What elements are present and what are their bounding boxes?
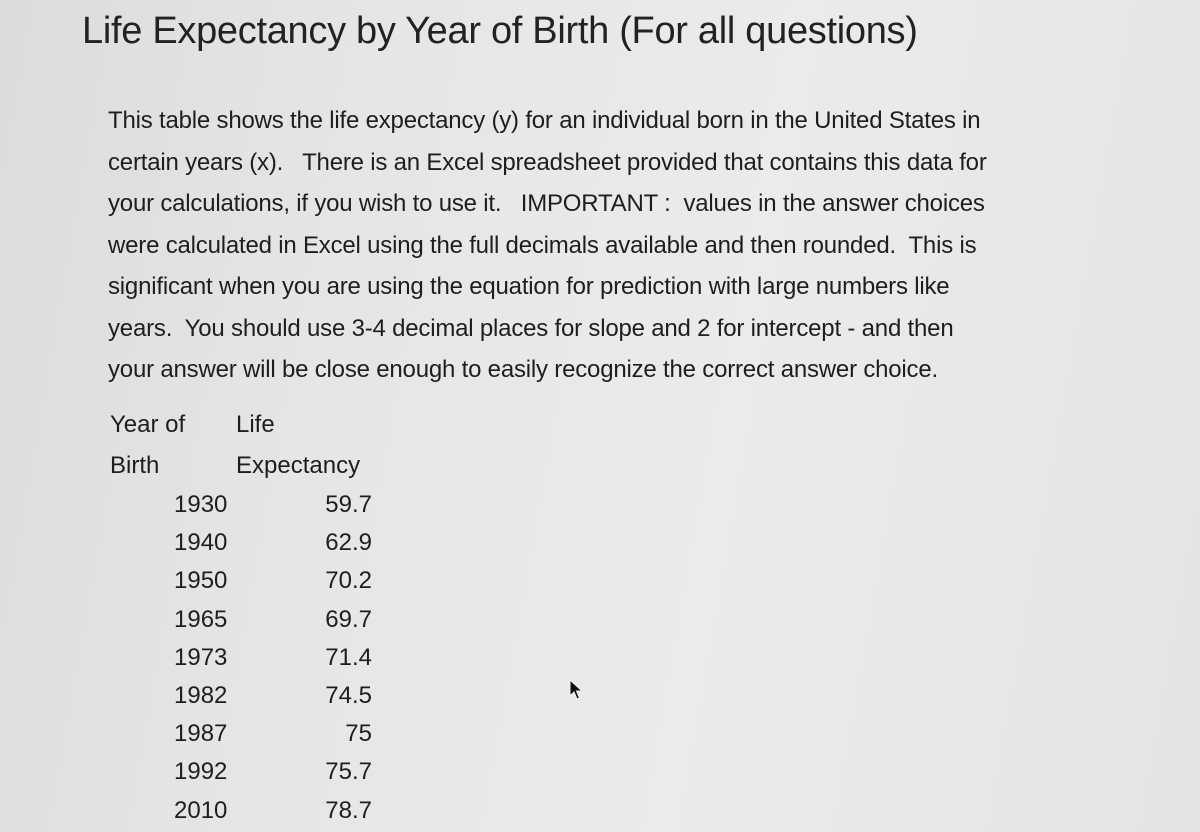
page-title: Life Expectancy by Year of Birth (For al… [82,10,918,52]
cell-year: 1987 [110,715,236,753]
table-row: 1930 59.7 [110,486,372,524]
cell-life-expectancy: 78.7 [325,796,372,824]
cell-year: 2010 [110,792,236,830]
cell-year-value: 1987 [174,720,228,748]
table-row: 1982 74.5 [110,677,372,715]
intro-line: years. You should use 3-4 decimal places… [108,314,954,342]
header-life-expectancy: Life Expectancy [236,404,372,486]
cell-year: 1973 [110,639,236,677]
intro-line: significant when you are using the equat… [108,273,950,300]
table-row: 1973 71.4 [110,639,372,677]
cell-life-expectancy: 74.5 [325,682,372,710]
table-body: 1930 59.7 1940 62.9 1950 70.2 1965 69.7 … [110,486,372,830]
table-header-row: Year of Birth Life Expectancy [110,404,372,486]
table-row: 2010 78.7 [110,792,372,830]
table-row: 1950 70.2 [110,562,372,600]
cell-year: 1950 [110,562,236,600]
header-year-of-birth: Year of Birth [110,404,236,486]
intro-line: your calculations, if you wish to use it… [108,190,985,217]
cell-life-expectancy: 59.7 [325,491,372,518]
mouse-pointer-icon-svg [569,679,584,700]
header-line: Expectancy [236,452,361,479]
cell-year: 1930 [110,486,236,524]
cell-year: 1965 [110,601,236,639]
cell-life-expectancy: 75.7 [325,758,372,786]
cell-life-expectancy: 71.4 [325,643,372,671]
cell-life-expectancy: 70.2 [325,567,372,595]
cell-year-value: 1992 [174,758,228,786]
table-row: 1987 75 [110,715,372,753]
cell-year-value: 1973 [174,643,228,671]
cell-year-value: 1930 [174,491,228,518]
table-row: 1940 62.9 [110,524,372,562]
header-line: Birth [110,452,160,479]
table-row: 1992 75.7 [110,753,372,791]
intro-line: your answer will be close enough to easi… [108,356,938,383]
cell-life-expectancy: 69.7 [325,605,372,633]
header-line: Life [236,411,275,438]
intro-line: were calculated in Excel using the full … [108,231,977,259]
cell-year: 1982 [110,677,236,715]
life-expectancy-table: Year of Birth Life Expectancy 1930 59.7 … [110,404,372,830]
cell-year-value: 1940 [174,529,228,557]
cell-year-value: 1982 [174,682,228,710]
cell-year: 1940 [110,524,236,562]
intro-line: This table shows the life expectancy (y)… [108,107,981,134]
intro-paragraph: This table shows the life expectancy (y)… [108,100,1158,391]
cell-life-expectancy: 75 [345,720,372,748]
cell-year-value: 2010 [174,796,228,824]
cell-year: 1992 [110,753,236,791]
cell-year-value: 1950 [174,567,228,595]
cell-life-expectancy: 62.9 [325,529,372,557]
intro-line: certain years (x). There is an Excel spr… [108,148,987,176]
header-line: Year of [110,411,186,438]
cell-year-value: 1965 [174,605,228,633]
table-row: 1965 69.7 [110,601,372,639]
